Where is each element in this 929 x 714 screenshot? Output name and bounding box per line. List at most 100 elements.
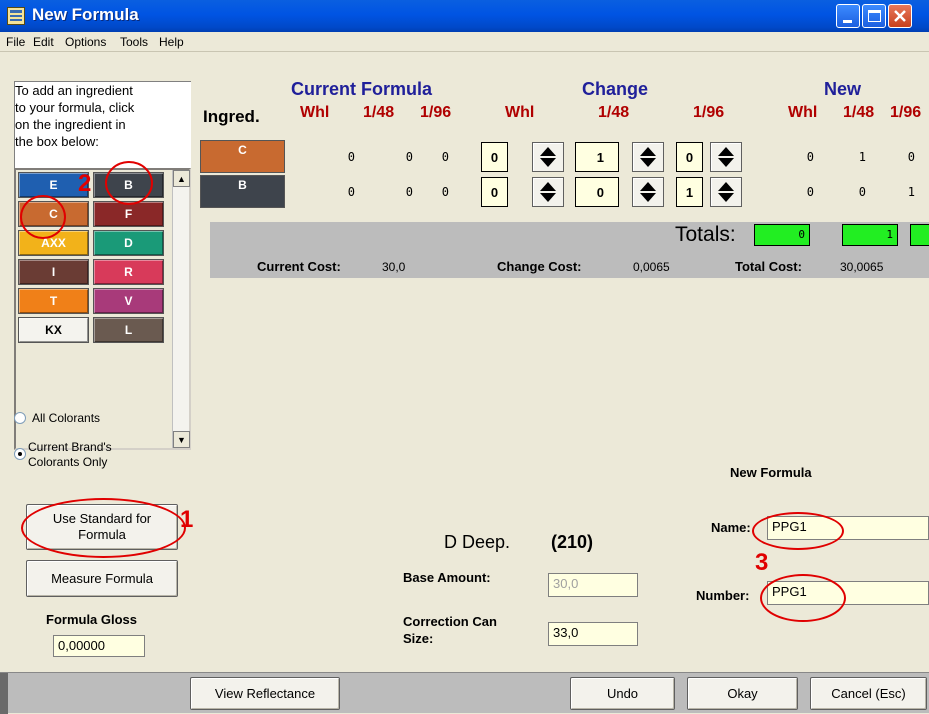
col-chg-96: 1/96 [693, 104, 725, 121]
scroll-up-button[interactable]: ▲ [173, 170, 190, 187]
formula-row-ingredient: C [200, 140, 285, 173]
annotation-number-2: 2 [78, 170, 92, 197]
bottom-bar-edge [0, 673, 8, 714]
formula-gloss-input[interactable]: 0,00000 [53, 635, 145, 657]
maximize-button[interactable] [862, 4, 886, 28]
base-title: D Deep. [444, 532, 511, 552]
col-cur-whl: Whl [300, 104, 330, 121]
current-value: 0 [347, 185, 355, 199]
name-label: Name: [711, 520, 751, 535]
radio-current-brand[interactable]: Current Brand's Colorants Only [14, 440, 112, 470]
change-spinner[interactable] [710, 142, 742, 172]
menu-options[interactable]: Options [65, 35, 106, 49]
current-value: 0 [441, 185, 449, 199]
spin-down-icon [640, 193, 656, 202]
change-input[interactable]: 0 [481, 142, 508, 172]
col-cur-48: 1/48 [363, 104, 395, 121]
col-cur-96: 1/96 [420, 104, 452, 121]
cancel-button[interactable]: Cancel (Esc) [810, 677, 927, 710]
current-value: 0 [347, 150, 355, 164]
base-amount-input: 30,0 [548, 573, 638, 597]
change-input[interactable]: 0 [575, 177, 619, 207]
new-header: New [824, 79, 862, 99]
col-chg-whl: Whl [505, 104, 535, 121]
current-value: 0 [405, 150, 413, 164]
new-formula-heading: New Formula [730, 465, 812, 480]
total-whl: 0 [754, 224, 810, 246]
measure-formula-button[interactable]: Measure Formula [26, 560, 178, 597]
menu-help[interactable]: Help [159, 35, 184, 49]
menu-file[interactable]: File [6, 35, 25, 49]
minimize-button[interactable] [836, 4, 860, 28]
app-icon [7, 7, 25, 25]
change-input[interactable]: 0 [676, 142, 703, 172]
spin-down-icon [640, 158, 656, 167]
base-amount-label: Base Amount: [403, 570, 491, 585]
ingredient-kx[interactable]: KX [18, 317, 89, 343]
current-formula-header: Current Formula [291, 79, 433, 99]
title-bar: New Formula [0, 0, 929, 32]
undo-button[interactable]: Undo [570, 677, 675, 710]
change-input[interactable]: 1 [575, 142, 619, 172]
change-spinner[interactable] [632, 142, 664, 172]
change-spinner[interactable] [632, 177, 664, 207]
close-button[interactable] [888, 4, 912, 28]
radio-all-colorants[interactable]: All Colorants [14, 411, 100, 426]
spin-up-icon [718, 182, 734, 191]
change-spinner[interactable] [532, 177, 564, 207]
totals-label: Totals: [675, 223, 736, 246]
ingredient-t[interactable]: T [18, 288, 89, 314]
current-value: 0 [405, 185, 413, 199]
col-chg-48: 1/48 [598, 104, 630, 121]
current-cost-value: 30,0 [382, 260, 406, 274]
can-size-input[interactable]: 33,0 [548, 622, 638, 646]
number-label: Number: [696, 588, 750, 603]
new-value: 0 [806, 185, 814, 199]
formula-row-ingredient: B [200, 175, 285, 208]
totals-panel: Totals: 0 1 1 Current Cost: 30,0 Change … [210, 222, 929, 278]
menu-tools[interactable]: Tools [120, 35, 148, 49]
change-cost-label: Change Cost: [497, 259, 582, 274]
new-value: 0 [806, 150, 814, 164]
scroll-down-button[interactable]: ▼ [173, 431, 190, 448]
ingredient-d[interactable]: D [93, 230, 164, 256]
ingredient-scrollbar[interactable]: ▲ ▼ [172, 170, 190, 448]
new-value: 1 [907, 185, 915, 199]
okay-button[interactable]: Okay [687, 677, 798, 710]
ingredient-i[interactable]: I [18, 259, 89, 285]
change-spinner[interactable] [532, 142, 564, 172]
spin-up-icon [540, 182, 556, 191]
change-input[interactable]: 0 [481, 177, 508, 207]
can-size-label: Correction Can Size: [403, 614, 497, 646]
change-spinner[interactable] [710, 177, 742, 207]
menu-edit[interactable]: Edit [33, 35, 54, 49]
spin-down-icon [718, 158, 734, 167]
ingred-header: Ingred. [203, 107, 260, 126]
annotation-circle-3b [760, 574, 846, 622]
ingredient-l[interactable]: L [93, 317, 164, 343]
new-value: 1 [858, 150, 866, 164]
scroll-up-icon: ▲ [177, 173, 186, 184]
current-value: 0 [441, 150, 449, 164]
annotation-number-3: 3 [755, 549, 769, 576]
radio-checked-icon [14, 448, 26, 460]
radio-icon [14, 412, 26, 424]
change-input[interactable]: 1 [676, 177, 703, 207]
change-header: Change [582, 79, 649, 99]
spin-down-icon [540, 193, 556, 202]
col-new-whl: Whl [788, 104, 818, 121]
bottom-bar: View Reflectance Undo Okay Cancel (Esc) [0, 672, 929, 714]
close-icon [894, 10, 906, 22]
spin-up-icon [640, 147, 656, 156]
total-cost-label: Total Cost: [735, 259, 802, 274]
ingredient-r[interactable]: R [93, 259, 164, 285]
spin-up-icon [540, 147, 556, 156]
view-reflectance-button[interactable]: View Reflectance [190, 677, 340, 710]
annotation-circle-2b [20, 195, 66, 239]
col-new-96: 1/96 [890, 104, 922, 121]
maximize-icon [868, 10, 881, 22]
minimize-icon [843, 20, 852, 23]
ingredient-v[interactable]: V [93, 288, 164, 314]
change-cost-value: 0,0065 [633, 260, 670, 274]
annotation-circle-3a [752, 512, 844, 550]
